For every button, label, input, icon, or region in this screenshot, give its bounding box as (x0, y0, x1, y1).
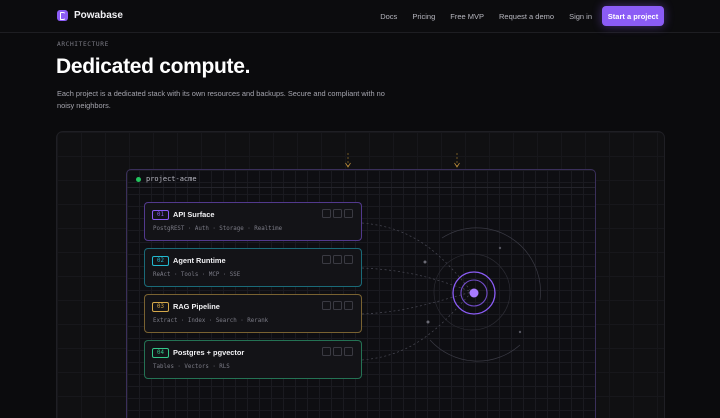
square-icon (322, 255, 331, 264)
card-window-icons (322, 301, 353, 310)
square-icon (333, 301, 342, 310)
card-subtitle: Tables · Vectors · RLS (153, 364, 230, 370)
service-card[interactable]: 01 API Surface PostgREST · Auth · Storage … (144, 202, 362, 241)
square-icon (344, 255, 353, 264)
card-subtitle: ReAct · Tools · MCP · SSE (153, 272, 241, 278)
service-card[interactable]: 03 RAG Pipeline Extract · Index · Search ·… (144, 294, 362, 333)
square-icon (322, 209, 331, 218)
service-card[interactable]: 04 Postgres + pgvector Tables · Vectors · … (144, 340, 362, 379)
card-window-icons (322, 255, 353, 264)
card-window-icons (322, 209, 353, 218)
card-subtitle: Extract · Index · Search · Rerank (153, 318, 269, 324)
card-number: 01 (152, 210, 169, 220)
square-icon (344, 301, 353, 310)
card-title: RAG Pipeline (173, 302, 220, 311)
square-icon (344, 347, 353, 356)
square-icon (333, 255, 342, 264)
card-window-icons (322, 347, 353, 356)
square-icon (333, 209, 342, 218)
card-title: Postgres + pgvector (173, 348, 245, 357)
service-card[interactable]: 02 Agent Runtime ReAct · Tools · MCP · SSE (144, 248, 362, 287)
card-number: 02 (152, 256, 169, 266)
square-icon (333, 347, 342, 356)
square-icon (322, 301, 331, 310)
card-number: 03 (152, 302, 169, 312)
square-icon (322, 347, 331, 356)
card-number: 04 (152, 348, 169, 358)
card-title: API Surface (173, 210, 215, 219)
card-subtitle: PostgREST · Auth · Storage · Realtime (153, 226, 283, 232)
square-icon (344, 209, 353, 218)
card-title: Agent Runtime (173, 256, 226, 265)
